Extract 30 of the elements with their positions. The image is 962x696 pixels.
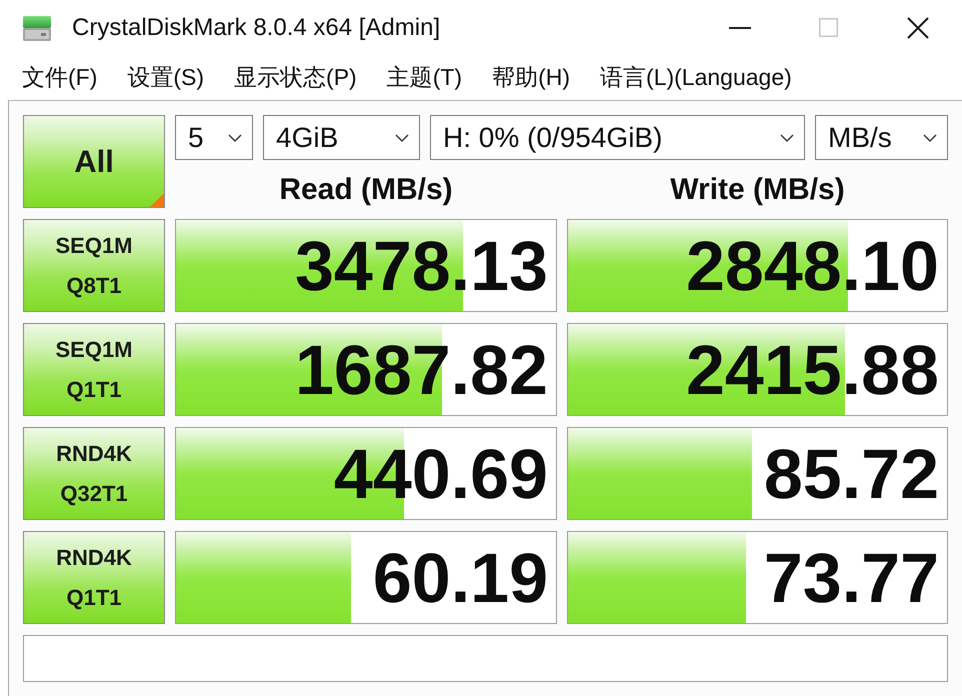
comment-field[interactable] [23,635,948,682]
chevron-down-icon [228,134,242,142]
chevron-down-icon [923,134,937,142]
menu-item[interactable]: 文件(F) [7,60,112,96]
minimize-icon [728,26,750,28]
drive-dropdown[interactable]: H: 0% (0/954GiB) [430,115,805,160]
result-value: 73.77 [764,542,939,612]
column-header: Read (MB/s) [279,172,453,208]
test-button[interactable]: SEQ1M Q8T1 [23,219,165,312]
window-title: CrystalDiskMark 8.0.4 x64 [Admin] [72,14,440,42]
test-button[interactable]: RND4K Q32T1 [23,427,165,520]
all-button[interactable]: All [23,115,165,208]
unit-dropdown[interactable]: MB/s [815,115,948,160]
menu-item[interactable]: 设置(S) [112,60,220,96]
menu-item[interactable]: 主题(T) [372,60,478,96]
column-header: Write (MB/s) [670,172,845,208]
corner-triangle-icon [150,193,164,207]
maximize-icon [819,18,838,37]
chevron-down-icon [395,134,409,142]
size-dropdown[interactable]: 4GiB [263,115,420,160]
close-icon [906,16,928,38]
test-button[interactable]: RND4K Q1T1 [23,531,165,624]
chevron-down-icon [780,134,794,142]
result-value: 60.19 [372,542,548,612]
test-button[interactable]: SEQ1M Q1T1 [23,323,165,416]
result-value: 85.72 [764,438,939,508]
count-dropdown[interactable]: 5 [175,115,253,160]
menu-item[interactable]: 语言(L)(Language) [585,60,807,96]
menu-item[interactable]: 帮助(H) [477,60,586,96]
menu-item[interactable]: 显示状态(P) [219,60,372,96]
